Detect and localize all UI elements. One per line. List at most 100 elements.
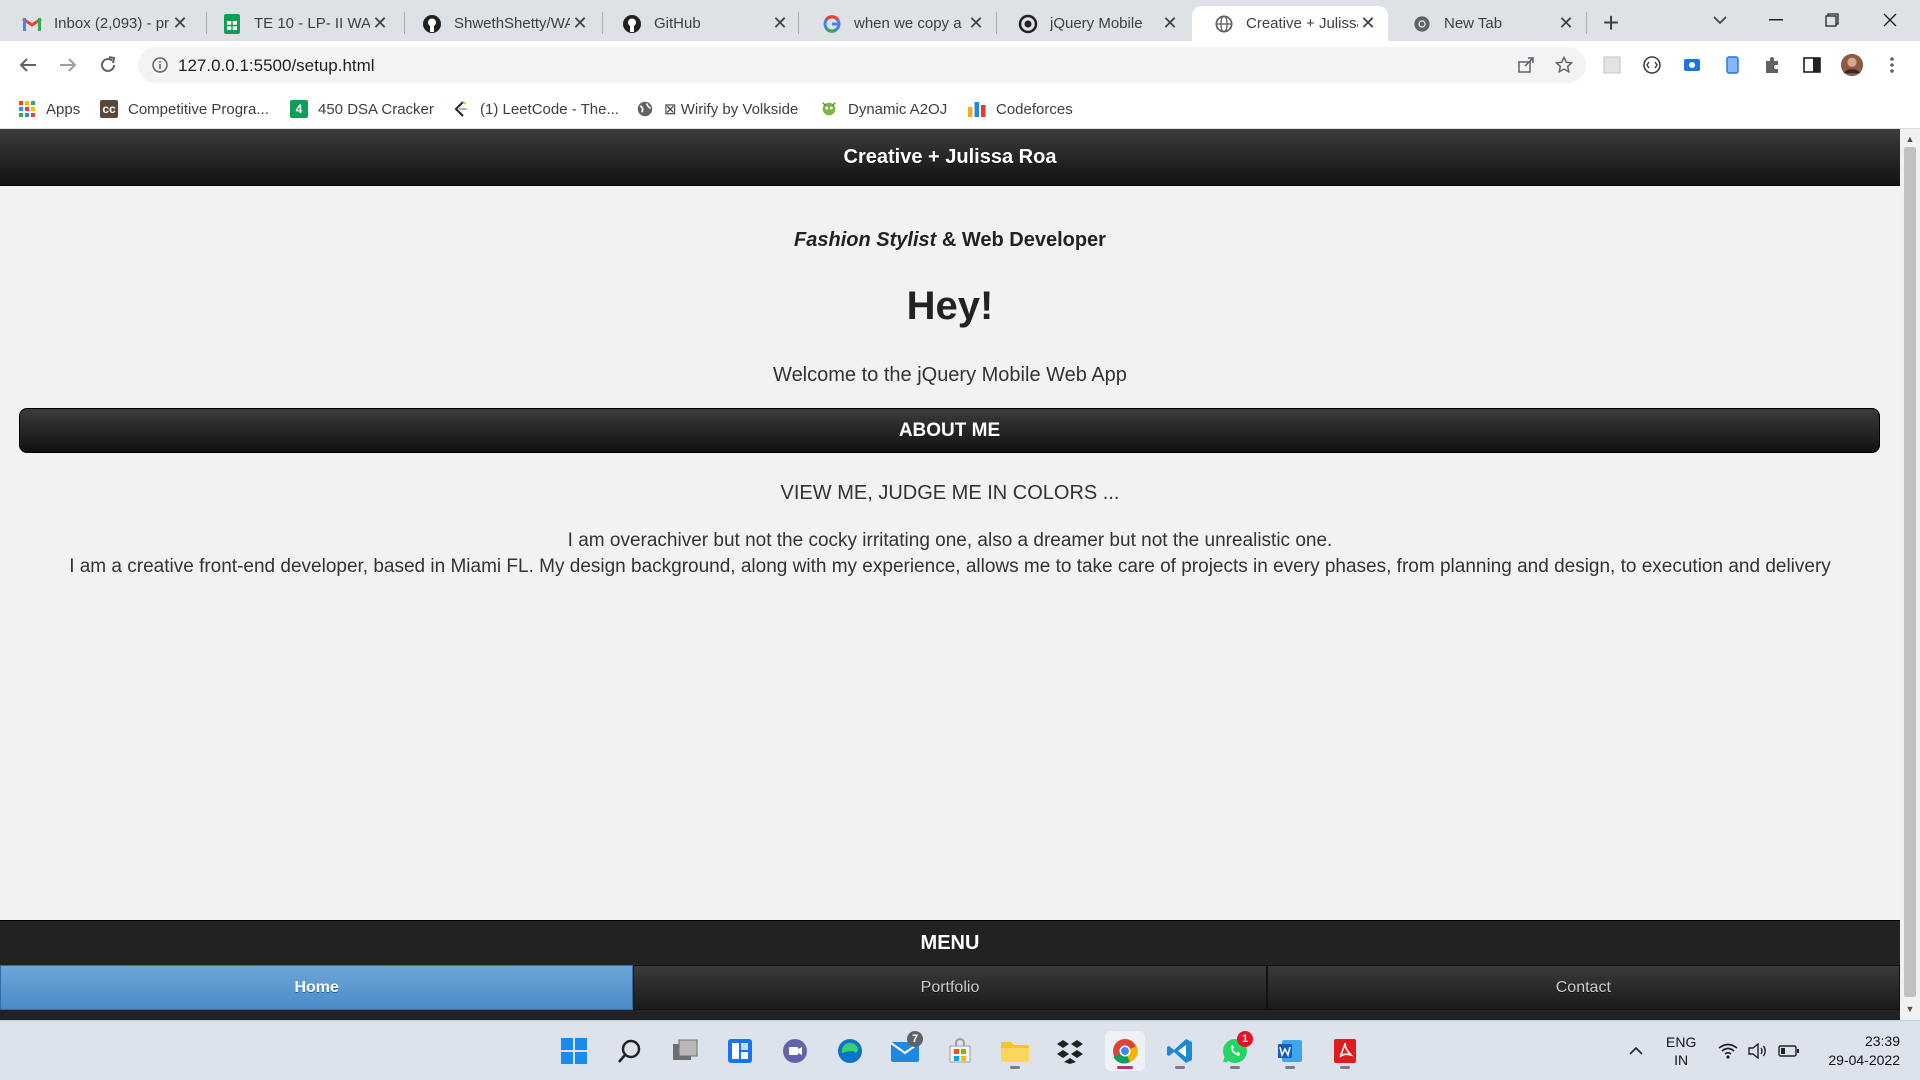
tab-close-icon[interactable]: ✕	[1556, 13, 1576, 34]
word-icon[interactable]	[1270, 1031, 1310, 1071]
task-view-icon[interactable]	[665, 1031, 705, 1071]
about-me-button[interactable]: ABOUT ME	[19, 408, 1880, 453]
dropbox-icon[interactable]	[1050, 1031, 1090, 1071]
tab-sheets[interactable]: TE 10 - LP- II WAD ✕	[200, 6, 400, 41]
widgets-icon[interactable]	[720, 1031, 760, 1071]
wifi-icon[interactable]	[1718, 1021, 1738, 1080]
bookmark-apps[interactable]: Apps	[18, 97, 80, 121]
side-panel-icon[interactable]	[1800, 53, 1824, 77]
bookmark-competitive-programming[interactable]: cc Competitive Progra...	[100, 97, 269, 121]
codeforces-icon	[968, 100, 986, 118]
clock[interactable]: 23:39 29-04-2022	[1810, 1021, 1900, 1080]
a2oj-icon	[820, 100, 838, 118]
bookmark-label: Codeforces	[996, 100, 1073, 118]
tab-title: Creative + Julissa	[1246, 15, 1358, 32]
tab-github[interactable]: GitHub ✕	[600, 6, 800, 41]
region-code: IN	[1674, 1052, 1689, 1068]
reload-icon[interactable]	[92, 49, 124, 81]
tagline-text: VIEW ME, JUDGE ME IN COLORS ...	[780, 482, 1120, 504]
search-icon[interactable]	[610, 1031, 650, 1071]
new-tab-button[interactable]: +	[1596, 7, 1626, 38]
running-indicator	[1230, 1066, 1240, 1069]
tab-search-icon[interactable]	[1700, 4, 1740, 36]
nav-contact[interactable]: Contact	[1266, 965, 1900, 1010]
jquery-icon	[1018, 14, 1038, 34]
menu-kebab-icon[interactable]	[1880, 53, 1904, 77]
site-info-icon[interactable]	[150, 55, 170, 75]
whatsapp-icon[interactable]: 1	[1215, 1031, 1255, 1071]
tab-gmail[interactable]: Inbox (2,093) - pr ✕	[0, 6, 200, 41]
extensions-puzzle-icon[interactable]	[1760, 53, 1784, 77]
mail-icon[interactable]: 7	[885, 1031, 925, 1071]
tray-overflow-icon[interactable]	[1628, 1021, 1644, 1080]
scroll-down-icon[interactable]: ▼	[1904, 1002, 1916, 1016]
restore-icon[interactable]	[1812, 4, 1852, 36]
nav-home[interactable]: Home	[0, 965, 634, 1010]
extension-phone-icon[interactable]	[1720, 53, 1744, 77]
tab-close-icon[interactable]: ✕	[570, 13, 590, 34]
language-indicator[interactable]: ENG IN	[1666, 1021, 1696, 1080]
tab-close-icon[interactable]: ✕	[1358, 13, 1378, 34]
tab-close-icon[interactable]: ✕	[370, 13, 390, 34]
bookmark-dynamic-a2oj[interactable]: Dynamic A2OJ	[820, 97, 947, 121]
battery-icon[interactable]	[1778, 1021, 1800, 1080]
tab-close-icon[interactable]: ✕	[770, 13, 790, 34]
extension-qr-icon[interactable]	[1600, 53, 1624, 77]
bookmark-450-dsa[interactable]: 4 450 DSA Cracker	[290, 97, 434, 121]
tab-new-tab[interactable]: New Tab ✕	[1390, 6, 1586, 41]
tab-close-icon[interactable]: ✕	[1160, 13, 1180, 34]
minimize-icon[interactable]	[1756, 4, 1796, 36]
tab-google-search[interactable]: when we copy a f ✕	[800, 6, 996, 41]
volume-icon[interactable]	[1748, 1021, 1768, 1080]
close-window-icon[interactable]	[1870, 4, 1910, 36]
tab-github-repo[interactable]: ShwethShetty/WA ✕	[400, 6, 600, 41]
page-header: Creative + Julissa Roa	[0, 129, 1900, 186]
forward-icon[interactable]	[52, 49, 84, 81]
file-explorer-icon[interactable]	[995, 1031, 1035, 1071]
extension-code-icon[interactable]	[1640, 53, 1664, 77]
tab-title: GitHub	[654, 15, 701, 32]
vscode-icon[interactable]	[1160, 1031, 1200, 1071]
page-scrollbar[interactable]: ▲ ▼	[1900, 129, 1920, 1020]
back-icon[interactable]	[12, 49, 44, 81]
windows-start-icon[interactable]	[554, 1031, 594, 1071]
chrome-icon	[1412, 14, 1432, 34]
url-text[interactable]: 127.0.0.1:5500/setup.html	[178, 56, 375, 76]
profile-avatar[interactable]	[1840, 53, 1864, 77]
tab-jquery-mobile[interactable]: jQuery Mobile ✕	[996, 6, 1190, 41]
tab-separator	[798, 12, 799, 34]
teams-chat-icon[interactable]	[775, 1031, 815, 1071]
bookmark-leetcode[interactable]: (1) LeetCode - The...	[452, 97, 619, 121]
footer-menu-title: MENU	[0, 920, 1900, 965]
tab-close-icon[interactable]: ✕	[170, 13, 190, 34]
edge-icon[interactable]	[830, 1031, 870, 1071]
clock-time: 23:39	[1864, 1033, 1900, 1049]
bookmark-codeforces[interactable]: Codeforces	[968, 97, 1073, 121]
tab-title: ShwethShetty/WA	[454, 15, 570, 32]
chrome-taskbar-icon[interactable]	[1105, 1031, 1145, 1071]
ms-store-icon[interactable]	[940, 1031, 980, 1071]
scroll-up-icon[interactable]: ▲	[1904, 132, 1916, 146]
bookmark-label: (1) LeetCode - The...	[480, 100, 619, 118]
page-subtitle: Fashion Stylist & Web Developer	[0, 229, 1900, 252]
subtitle-rest: & Web Developer	[936, 229, 1106, 251]
running-indicator	[1010, 1066, 1020, 1069]
bookmark-wirify[interactable]: ⊠ Wirify by Volkside	[636, 97, 798, 121]
github-icon	[422, 14, 442, 34]
tab-close-icon[interactable]: ✕	[966, 13, 986, 34]
tab-title: when we copy a f	[854, 15, 966, 32]
nav-portfolio[interactable]: Portfolio	[633, 965, 1267, 1010]
acrobat-icon[interactable]	[1325, 1031, 1365, 1071]
share-icon[interactable]	[1514, 53, 1538, 77]
bio-text: I am overachiver but not the cocky irrit…	[55, 528, 1845, 580]
tab-creative-julissa[interactable]: Creative + Julissa ✕	[1192, 6, 1388, 41]
extension-screen-recorder-icon[interactable]	[1680, 53, 1704, 77]
scrollbar-thumb[interactable]	[1904, 147, 1916, 997]
globe-icon	[636, 100, 654, 118]
bookmark-star-icon[interactable]	[1552, 53, 1576, 77]
address-bar[interactable]: 127.0.0.1:5500/setup.html	[138, 47, 1586, 83]
tab-title: Inbox (2,093) - pr	[54, 15, 170, 32]
mail-badge: 7	[907, 1031, 923, 1047]
cc-icon: cc	[100, 100, 118, 118]
taskbar: 7 1 ENG IN 23:39 29-04-2022	[0, 1020, 1920, 1080]
